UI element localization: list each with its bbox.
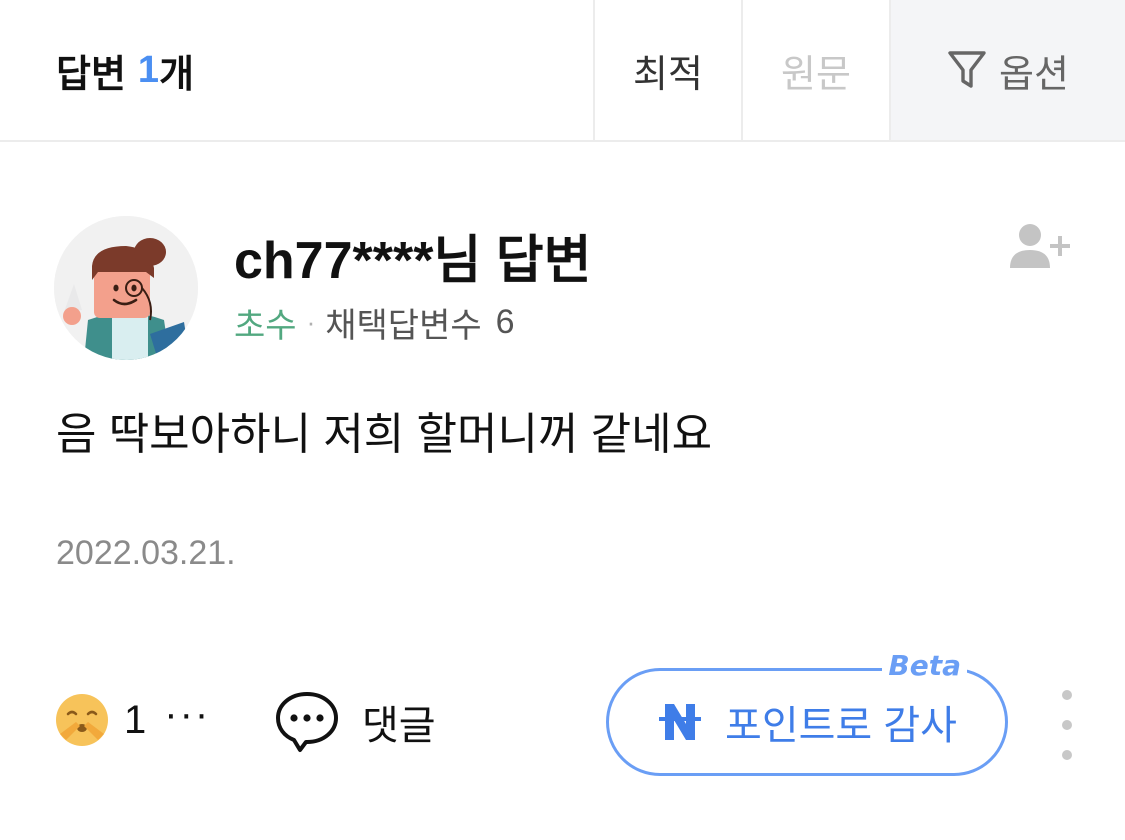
comment-button[interactable]: 댓글 <box>274 690 436 754</box>
answer-date: 2022.03.21. <box>56 534 236 572</box>
meta-separator: · <box>306 307 316 337</box>
more-dot <box>1062 720 1072 730</box>
options-label: 옵션 <box>999 53 1069 96</box>
comment-label: 댓글 <box>362 704 436 748</box>
adopted-answers-count: 6 <box>495 303 515 341</box>
tab-best-label: 최적 <box>633 53 703 96</box>
vertical-ellipsis-icon[interactable] <box>1050 690 1084 760</box>
more-dot <box>1062 690 1072 700</box>
tab-best[interactable]: 최적 <box>593 0 741 140</box>
options-button[interactable]: 옵션 <box>889 0 1125 140</box>
reaction-count: 1 <box>124 697 147 742</box>
reaction-more-dots: ··· <box>164 692 211 736</box>
speech-bubble-icon <box>276 692 338 752</box>
answers-title: 답변 1 개 <box>0 0 593 140</box>
answers-count-unit: 개 <box>159 53 195 96</box>
tab-original-label: 원문 <box>781 53 851 96</box>
answers-title-prefix: 답변 <box>56 53 126 96</box>
author-level: 초수 <box>234 307 297 345</box>
answers-count: 1 <box>137 48 160 91</box>
author-meta: 초수 · 채택답변수 6 <box>234 298 515 347</box>
answer-body: 음 딱보아하니 저희 할머니꺼 같네요 <box>56 410 713 459</box>
add-user-icon <box>1010 224 1070 268</box>
naver-pay-n-icon <box>659 704 702 740</box>
thanks-label: 포인트로 감사 <box>725 704 957 748</box>
author-name[interactable]: ch77****님 답변 <box>234 218 591 293</box>
follow-button[interactable] <box>1008 222 1074 270</box>
thanks-with-points-button[interactable]: Beta 포인트로 감사 <box>606 649 1008 776</box>
reaction-button[interactable]: 1 ··· <box>54 692 210 748</box>
answers-header: 답변 1 개 최적 원문 옵션 <box>0 0 1125 142</box>
shushing-face-emoji <box>56 694 108 746</box>
author-avatar[interactable] <box>54 216 198 360</box>
avatar-illustration <box>54 216 198 360</box>
beta-badge: Beta <box>882 649 967 682</box>
filter-icon <box>948 51 986 88</box>
adopted-answers-label: 채택답변수 <box>325 307 482 345</box>
tab-original[interactable]: 원문 <box>741 0 889 140</box>
more-dot <box>1062 750 1072 760</box>
